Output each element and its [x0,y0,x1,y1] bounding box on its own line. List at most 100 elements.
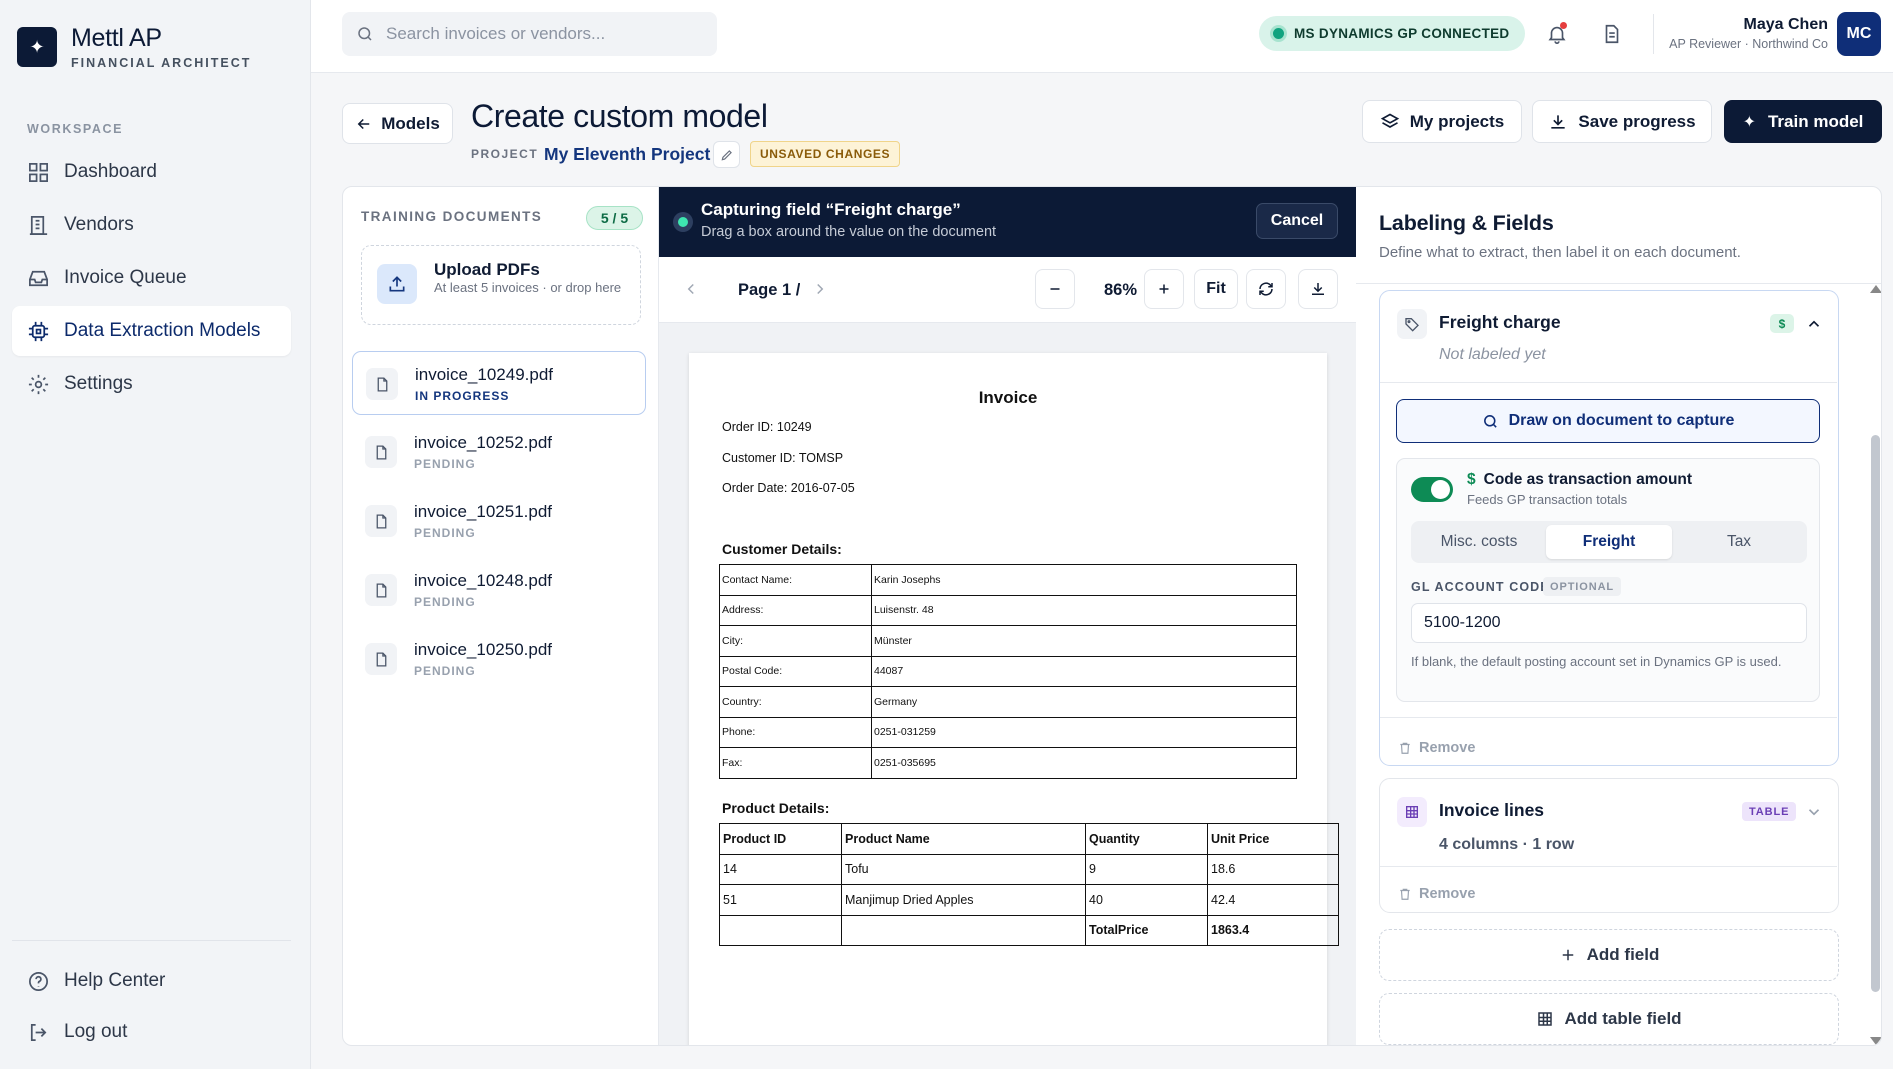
document-status: IN PROGRESS [415,389,510,403]
training-documents-heading: TRAINING DOCUMENTS [361,209,543,224]
transaction-subtitle: Feeds GP transaction totals [1467,492,1628,507]
sidebar-divider [12,940,291,941]
document-name: invoice_10251.pdf [414,502,553,521]
topbar-separator [1653,14,1654,54]
table-cell: Karin Josephs [871,564,1297,596]
back-to-models-button[interactable]: Models [342,103,453,144]
project-name[interactable]: My Eleventh Project [544,144,710,165]
draw-label: Draw on document to capture [1508,412,1735,429]
sidebar-item-label: Dashboard [64,161,157,182]
remove-field-button[interactable]: Remove [1398,740,1475,756]
tag-icon [1397,309,1427,339]
search-box[interactable] [342,12,717,56]
upload-icon [377,264,417,304]
dashboard-icon [29,162,48,182]
sidebar-item-label: Help Center [64,970,166,991]
download-document-button[interactable] [1298,269,1338,309]
cancel-capture-button[interactable]: Cancel [1256,203,1338,239]
gl-account-input[interactable] [1411,603,1807,643]
cost-type-segmented-control: Misc. costs Freight Tax [1411,521,1807,563]
table-row: Postal Code: 44087 [719,655,1297,687]
table-cell: 1863.4 [1207,914,1339,946]
table-row: City: Münster [719,625,1297,657]
upload-dropzone[interactable]: Upload PDFs At least 5 invoices · or dro… [361,245,641,325]
project-label: PROJECT [471,147,539,161]
search-icon [1483,414,1497,428]
plus-icon [1562,949,1573,961]
document-item[interactable]: invoice_10250.pdf PENDING [352,627,646,691]
add-field-label: Add field [1586,945,1660,964]
refresh-icon [1259,282,1273,296]
gl-account-label: GL ACCOUNT CODE [1411,580,1550,594]
remove-field-button[interactable]: Remove [1398,886,1475,902]
fields-panel-subtitle: Define what to extract, then label it on… [1379,244,1741,261]
segment-misc-costs[interactable]: Misc. costs [1416,525,1542,559]
table-badge: TABLE [1742,802,1797,821]
train-model-label: Train model [1767,111,1864,131]
sidebar-item-help-center[interactable]: Help Center [12,957,291,1005]
search-input[interactable] [386,24,686,44]
scrollbar[interactable] [1867,285,1881,1045]
rotate-button[interactable] [1246,269,1286,309]
document-item[interactable]: invoice_10252.pdf PENDING [352,420,646,484]
segment-tax[interactable]: Tax [1676,525,1802,559]
user-info[interactable]: Maya Chen AP Reviewer · Northwind Co [1669,16,1828,51]
table-cell: 42.4 [1207,884,1339,916]
sidebar-item-log-out[interactable]: Log out [12,1008,291,1056]
edit-project-button[interactable] [713,141,740,168]
sidebar-item-label: Vendors [64,214,134,235]
sidebar-item-dashboard[interactable]: Dashboard [12,147,291,197]
file-icon [365,643,397,675]
sidebar-item-data-extraction-models[interactable]: Data Extraction Models [12,306,291,356]
chevron-left-icon [687,283,694,295]
labeling-fields-panel: Labeling & Fields Define what to extract… [1356,187,1881,1045]
add-table-field-button[interactable]: Add table field [1379,993,1839,1045]
capture-subtitle: Drag a box around the value on the docum… [701,224,997,240]
fit-button[interactable]: Fit [1194,269,1238,309]
segment-freight[interactable]: Freight [1546,525,1672,559]
sidebar-item-label: Log out [64,1021,128,1042]
table-cell [719,914,842,946]
table-icon [1397,797,1427,827]
prev-page-button[interactable] [671,269,711,309]
scroll-down-arrow-icon[interactable] [1870,1037,1881,1045]
add-field-button[interactable]: Add field [1379,929,1839,981]
document-item[interactable]: invoice_10249.pdf IN PROGRESS [352,351,646,415]
unsaved-changes-badge: UNSAVED CHANGES [750,141,901,167]
documents-button[interactable] [1595,17,1629,51]
document-item[interactable]: invoice_10251.pdf PENDING [352,489,646,553]
table-cell: 9 [1085,853,1208,885]
sidebar-item-vendors[interactable]: Vendors [12,200,291,250]
invoice-order-id: Order ID: 10249 [722,420,812,434]
field-name[interactable]: Invoice lines [1439,800,1544,821]
transaction-amount-toggle[interactable] [1411,477,1453,502]
sidebar-item-settings[interactable]: Settings [12,359,291,409]
document-item[interactable]: invoice_10248.pdf PENDING [352,558,646,622]
sidebar-item-invoice-queue[interactable]: Invoice Queue [12,253,291,303]
next-page-button[interactable] [800,269,840,309]
table-row: 14 Tofu 9 18.6 [719,853,1339,885]
expand-field-button[interactable] [1805,803,1823,821]
avatar[interactable]: MC [1837,12,1881,56]
field-name[interactable]: Freight charge [1439,312,1561,333]
draw-on-document-button[interactable]: Draw on document to capture [1396,399,1820,443]
my-projects-button[interactable]: My projects [1362,100,1522,143]
product-details-table: Product ID Product Name Quantity Unit Pr… [719,823,1339,946]
document-status: PENDING [414,664,476,678]
zoom-out-button[interactable] [1035,269,1075,309]
save-progress-button[interactable]: Save progress [1532,100,1712,143]
brand[interactable]: ✦ Mettl AP FINANCIAL ARCHITECT [17,24,251,70]
table-cell: Manjimup Dried Apples [841,884,1086,916]
zoom-in-button[interactable] [1144,269,1184,309]
column-header: Product ID [719,823,842,855]
invoice-page[interactable]: Invoice Order ID: 10249 Customer ID: TOM… [689,353,1339,1045]
train-model-button[interactable]: ✦ Train model [1724,100,1882,143]
viewer-toolbar: Page 1 / 1 86% Fit [659,257,1356,323]
column-header: Product Name [841,823,1086,855]
notifications-button[interactable] [1540,17,1574,51]
scroll-up-arrow-icon[interactable] [1870,285,1881,293]
collapse-field-button[interactable] [1805,315,1823,333]
page-title: Create custom model [471,98,768,134]
scrollbar-thumb[interactable] [1871,435,1880,992]
table-cell: 0251-031259 [871,716,1297,748]
